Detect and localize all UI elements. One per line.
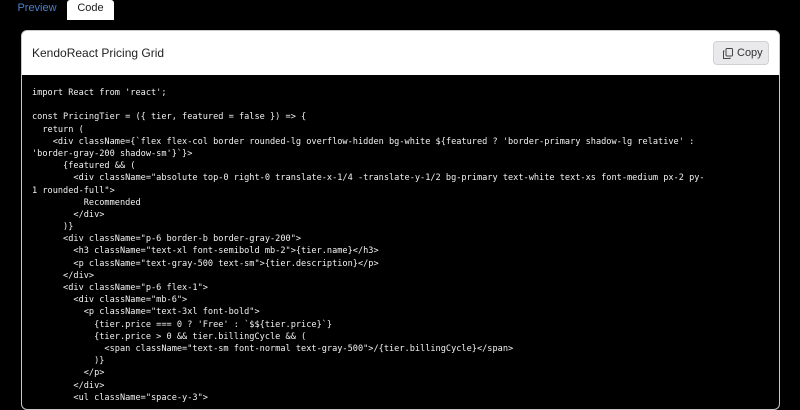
code-line: 1 rounded-full"> xyxy=(32,185,115,196)
code-line: </div> xyxy=(32,380,105,391)
code-line: <h3 className="text-xl font-semibold mb-… xyxy=(32,246,379,257)
code-line: )} xyxy=(32,222,74,233)
code-line: import React from 'react'; xyxy=(32,88,167,98)
panel-header: KendoReact Pricing Grid Copy xyxy=(22,31,779,75)
tab-bar: Preview Code xyxy=(0,0,800,20)
code-line: </div> xyxy=(32,209,105,220)
code-line: <div className="absolute top-0 right-0 t… xyxy=(32,173,705,184)
copy-icon xyxy=(723,48,733,59)
code-line: <div className={`flex flex-col border ro… xyxy=(32,136,695,147)
code-line: {featured && ( xyxy=(32,161,136,172)
panel-title: KendoReact Pricing Grid xyxy=(32,46,165,60)
copy-button-label: Copy xyxy=(737,47,763,59)
code-line: {tier.price === 0 ? 'Free' : `$${tier.pr… xyxy=(32,319,333,330)
code-line: 'border-gray-200 shadow-sm'}`}> xyxy=(32,148,193,159)
code-line: <p className="text-3xl font-bold"> xyxy=(32,307,260,318)
code-line: const PricingTier = ({ tier, featured = … xyxy=(32,112,307,123)
code-line: </div> xyxy=(32,270,95,281)
tab-code[interactable]: Code xyxy=(67,0,114,20)
code-line: return ( xyxy=(32,124,84,135)
code-lines: import React from 'react'; const PricingT… xyxy=(32,87,757,404)
code-line: Recommended xyxy=(32,197,141,208)
code-line: <p className="text-gray-500 text-sm">{ti… xyxy=(32,258,379,269)
copy-button[interactable]: Copy xyxy=(713,41,769,65)
code-line: <div className="p-6 border-b border-gray… xyxy=(32,234,302,245)
code-line: )} xyxy=(32,356,105,367)
code-line: </p> xyxy=(32,368,105,379)
code-line: <div className="p-6 flex-1"> xyxy=(32,283,208,293)
code-panel: KendoReact Pricing Grid Copy import Reac… xyxy=(21,30,780,410)
code-line: {tier.price > 0 && tier.billingCycle && … xyxy=(32,331,307,342)
code-line: <ul className="space-y-3"> xyxy=(32,392,208,403)
code-block[interactable]: import React from 'react'; const PricingT… xyxy=(22,75,779,409)
code-line: <div className="mb-6"> xyxy=(32,295,188,306)
tab-preview[interactable]: Preview xyxy=(8,0,66,20)
code-line: <span className="text-sm font-normal tex… xyxy=(32,343,514,354)
